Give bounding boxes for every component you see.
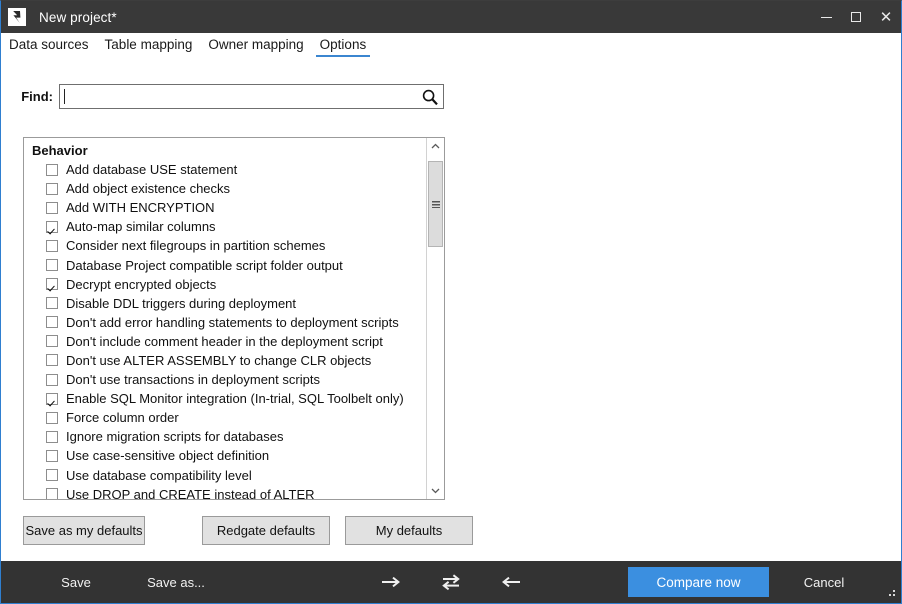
options-scrollbar[interactable] bbox=[426, 138, 444, 499]
chevron-up-icon[interactable] bbox=[427, 138, 444, 155]
option-label: Ignore migration scripts for databases bbox=[66, 429, 284, 445]
tab-owner-mapping[interactable]: Owner mapping bbox=[202, 35, 309, 57]
tab-strip: Data sources Table mapping Owner mapping… bbox=[1, 33, 901, 59]
option-row[interactable]: Use case-sensitive object definition bbox=[24, 446, 425, 465]
checkbox-checked-icon[interactable] bbox=[46, 220, 58, 233]
resize-grip-icon[interactable] bbox=[885, 588, 895, 598]
option-row[interactable]: Use database compatibility level bbox=[24, 466, 425, 485]
options-rows: Add database USE statement Add object exi… bbox=[24, 160, 425, 499]
search-icon[interactable] bbox=[421, 88, 439, 106]
option-row[interactable]: Add WITH ENCRYPTION bbox=[24, 198, 425, 217]
tab-options[interactable]: Options bbox=[314, 35, 373, 57]
text-caret bbox=[64, 88, 65, 104]
option-row[interactable]: Add object existence checks bbox=[24, 179, 425, 198]
checkbox-checked-icon[interactable] bbox=[46, 392, 58, 405]
find-label: Find: bbox=[21, 88, 53, 104]
option-row[interactable]: Don't use ALTER ASSEMBLY to change CLR o… bbox=[24, 351, 425, 370]
option-label: Use DROP and CREATE instead of ALTER bbox=[66, 486, 315, 499]
scrollbar-thumb-grip-icon bbox=[431, 200, 440, 208]
checkbox-unchecked-icon[interactable] bbox=[46, 488, 58, 499]
option-label: Add WITH ENCRYPTION bbox=[66, 200, 215, 216]
compare-now-button[interactable]: Compare now bbox=[628, 567, 769, 597]
option-row[interactable]: Don't use transactions in deployment scr… bbox=[24, 370, 425, 389]
checkbox-unchecked-icon[interactable] bbox=[46, 297, 58, 310]
redgate-s-logo-icon bbox=[8, 8, 26, 26]
save-button[interactable]: Save bbox=[45, 561, 107, 603]
option-label: Database Project compatible script folde… bbox=[66, 257, 343, 273]
option-label: Auto-map similar columns bbox=[66, 219, 216, 235]
checkbox-unchecked-icon[interactable] bbox=[46, 430, 58, 443]
option-row[interactable]: Add database USE statement bbox=[24, 160, 425, 179]
checkbox-unchecked-icon[interactable] bbox=[46, 182, 58, 195]
application-window: New project* ✕ Data sources Table mappin… bbox=[0, 0, 902, 604]
option-label: Use database compatibility level bbox=[66, 467, 252, 483]
window-controls: ✕ bbox=[811, 1, 901, 33]
option-label: Don't use transactions in deployment scr… bbox=[66, 372, 320, 388]
checkbox-unchecked-icon[interactable] bbox=[46, 335, 58, 348]
option-row[interactable]: Decrypt encrypted objects bbox=[24, 275, 425, 294]
option-label: Enable SQL Monitor integration (In-trial… bbox=[66, 391, 404, 407]
chevron-down-icon[interactable] bbox=[427, 482, 444, 499]
save-as-button[interactable]: Save as... bbox=[134, 561, 218, 603]
option-row[interactable]: Database Project compatible script folde… bbox=[24, 255, 425, 274]
my-defaults-button[interactable]: My defaults bbox=[345, 516, 473, 545]
scrollbar-thumb[interactable] bbox=[428, 161, 443, 247]
redgate-defaults-button[interactable]: Redgate defaults bbox=[202, 516, 330, 545]
option-label: Add database USE statement bbox=[66, 162, 238, 178]
option-label: Use case-sensitive object definition bbox=[66, 448, 270, 464]
option-row[interactable]: Use DROP and CREATE instead of ALTER bbox=[24, 485, 425, 499]
option-label: Don't use ALTER ASSEMBLY to change CLR o… bbox=[66, 352, 372, 368]
option-label: Consider next filegroups in partition sc… bbox=[66, 238, 326, 254]
arrow-left-icon[interactable] bbox=[491, 561, 531, 603]
option-row[interactable]: Auto-map similar columns bbox=[24, 217, 425, 236]
option-label: Don't include comment header in the depl… bbox=[66, 333, 383, 349]
options-list-panel[interactable]: Behavior Add database USE statement Add o… bbox=[23, 137, 445, 500]
option-row[interactable]: Force column order bbox=[24, 408, 425, 427]
option-label: Don't add error handling statements to d… bbox=[66, 314, 399, 330]
arrow-right-icon[interactable] bbox=[371, 561, 411, 603]
checkbox-unchecked-icon[interactable] bbox=[46, 201, 58, 214]
maximize-icon[interactable] bbox=[841, 1, 871, 33]
tab-table-mapping[interactable]: Table mapping bbox=[99, 35, 199, 57]
search-input[interactable] bbox=[63, 85, 413, 107]
option-row[interactable]: Don't add error handling statements to d… bbox=[24, 313, 425, 332]
option-row[interactable]: Consider next filegroups in partition sc… bbox=[24, 236, 425, 255]
window-title: New project* bbox=[39, 9, 117, 25]
option-label: Add object existence checks bbox=[66, 181, 231, 197]
option-label: Disable DDL triggers during deployment bbox=[66, 295, 297, 311]
checkbox-unchecked-icon[interactable] bbox=[46, 354, 58, 367]
checkbox-unchecked-icon[interactable] bbox=[46, 411, 58, 424]
tab-data-sources[interactable]: Data sources bbox=[3, 35, 95, 57]
checkbox-unchecked-icon[interactable] bbox=[46, 449, 58, 462]
checkbox-checked-icon[interactable] bbox=[46, 278, 58, 291]
option-row[interactable]: Don't include comment header in the depl… bbox=[24, 332, 425, 351]
find-row: Find: bbox=[1, 79, 901, 113]
swap-direction-icon[interactable] bbox=[431, 561, 471, 603]
checkbox-unchecked-icon[interactable] bbox=[46, 373, 58, 386]
title-bar: New project* ✕ bbox=[1, 1, 901, 33]
close-icon[interactable]: ✕ bbox=[871, 1, 901, 33]
find-box[interactable] bbox=[59, 83, 444, 109]
options-list: Behavior Add database USE statement Add o… bbox=[24, 138, 425, 499]
option-row[interactable]: Disable DDL triggers during deployment bbox=[24, 294, 425, 313]
checkbox-unchecked-icon[interactable] bbox=[46, 163, 58, 176]
option-row[interactable]: Ignore migration scripts for databases bbox=[24, 427, 425, 446]
checkbox-unchecked-icon[interactable] bbox=[46, 316, 58, 329]
checkbox-unchecked-icon[interactable] bbox=[46, 259, 58, 272]
minimize-icon[interactable] bbox=[811, 1, 841, 33]
option-row[interactable]: Enable SQL Monitor integration (In-trial… bbox=[24, 389, 425, 408]
checkbox-unchecked-icon[interactable] bbox=[46, 469, 58, 482]
option-label: Force column order bbox=[66, 410, 179, 426]
checkbox-unchecked-icon[interactable] bbox=[46, 239, 58, 252]
bottom-toolbar: Save Save as... Compare now Cancel bbox=[1, 561, 901, 603]
cancel-button[interactable]: Cancel bbox=[791, 561, 857, 603]
defaults-button-row: Save as my defaults Redgate defaults My … bbox=[23, 516, 483, 546]
save-as-my-defaults-button[interactable]: Save as my defaults bbox=[23, 516, 145, 545]
option-label: Decrypt encrypted objects bbox=[66, 276, 217, 292]
group-header-behavior: Behavior bbox=[32, 143, 88, 158]
